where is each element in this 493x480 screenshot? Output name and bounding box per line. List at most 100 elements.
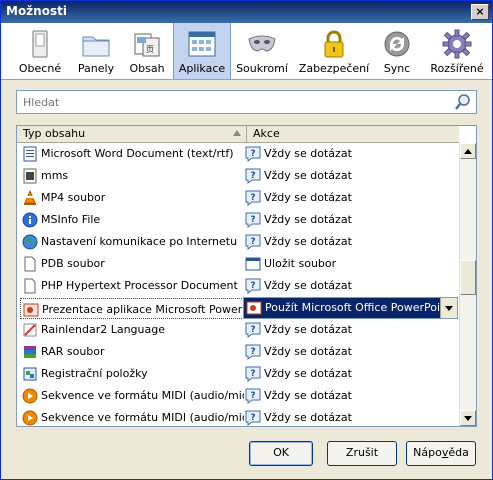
row-action: Vždy se dotázat [264, 235, 352, 248]
tab-rozsirene[interactable]: Rozšířené [426, 23, 488, 79]
ask-icon: ? [245, 190, 261, 206]
help-label-post: ěda [448, 446, 469, 459]
vertical-scrollbar[interactable] [459, 143, 476, 426]
rar-archive-icon [24, 346, 36, 358]
ask-icon: ? [245, 146, 261, 162]
table-row[interactable]: Nastavení komunikace po Internetu ? Vždy … [17, 231, 458, 253]
column-header-action[interactable]: Akce [247, 126, 459, 143]
svg-text:页: 页 [146, 45, 154, 54]
help-button[interactable]: Nápověda [406, 441, 476, 466]
table-row[interactable]: MP4 soubor ? Vždy se dotázat [17, 187, 458, 209]
tab-soukromi[interactable]: Soukromí [234, 23, 290, 79]
row-type: MSInfo File [41, 213, 101, 226]
cancel-button[interactable]: Zrušit [327, 441, 397, 466]
ask-icon: ? [245, 388, 261, 404]
ask-icon: ? [245, 322, 261, 338]
row-action: Vždy se dotázat [264, 169, 352, 182]
tab-label: Rozšířené [430, 62, 484, 75]
media-player-icon [22, 410, 38, 426]
powerpoint-icon [246, 301, 262, 315]
registry-icon [23, 367, 37, 381]
tab-label: Zabezpečení [298, 62, 370, 75]
switch-icon [32, 30, 48, 58]
row-type: PHP Hypertext Processor Document [41, 279, 238, 292]
table-row[interactable]: PDB soubor Uložit soubor [17, 253, 458, 275]
row-type: Sekvence ve formátu MIDI (audio/midi) [41, 411, 244, 424]
ask-icon: ? [245, 366, 261, 382]
ask-icon: ? [245, 168, 261, 184]
svg-text:?: ? [250, 369, 255, 379]
content-type-list[interactable]: Typ obsahu Akce Microsoft Word Document … [16, 125, 477, 427]
tab-label: Soukromí [236, 62, 288, 75]
scroll-down-button[interactable] [460, 410, 476, 426]
title-bar[interactable]: Možnosti × [1, 1, 492, 23]
row-type: MP4 soubor [41, 191, 106, 204]
scroll-up-button[interactable] [460, 143, 476, 159]
scroll-thumb[interactable] [460, 260, 476, 295]
svg-text:?: ? [250, 347, 255, 357]
chevron-down-icon[interactable] [440, 298, 457, 318]
tab-label: Sync [383, 62, 411, 75]
media-player-icon [22, 388, 38, 404]
search-icon[interactable] [454, 93, 472, 111]
tab-sync[interactable]: Sync [373, 23, 421, 79]
ask-icon: ? [245, 344, 261, 360]
row-action: Vždy se dotázat [264, 389, 352, 402]
row-action: Vždy se dotázat [264, 279, 352, 292]
row-action: Vždy se dotázat [264, 213, 352, 226]
table-row[interactable]: Registrační položky ? Vždy se dotázat [17, 363, 458, 385]
svg-text:?: ? [250, 325, 255, 335]
applications-icon [188, 31, 216, 57]
options-dialog: Možnosti × Obecné Panely 页 Obsah Aplikac… [0, 0, 493, 480]
close-button[interactable]: × [471, 4, 489, 20]
table-row-selected[interactable]: Prezentace aplikace Microsoft PowerP... … [17, 297, 458, 319]
search-box[interactable] [16, 90, 477, 114]
svg-text:?: ? [250, 171, 255, 181]
ask-icon: ? [245, 278, 261, 294]
row-type: PDB soubor [41, 257, 105, 270]
save-file-icon [245, 257, 261, 271]
svg-text:?: ? [250, 413, 255, 423]
globe-icon [22, 234, 38, 250]
table-row[interactable]: mms ? Vždy se dotázat [17, 165, 458, 187]
tab-zabezpeceni[interactable]: Zabezpečení [297, 23, 371, 79]
svg-text:?: ? [250, 237, 255, 247]
dropdown-value: Použít Microsoft Office PowerPoint... [265, 301, 443, 314]
tab-label: Obecné [18, 62, 62, 75]
ask-icon: ? [245, 234, 261, 250]
row-action: Uložit soubor [264, 257, 337, 270]
table-row[interactable]: MSInfo File ? Vždy se dotázat [17, 209, 458, 231]
row-action: Vždy se dotázat [264, 411, 352, 424]
row-action: Vždy se dotázat [264, 345, 352, 358]
ask-icon: ? [245, 212, 261, 228]
word-document-icon [23, 146, 37, 162]
gear-icon [442, 29, 472, 59]
tab-label: Aplikace [178, 62, 226, 75]
column-header-type[interactable]: Typ obsahu [17, 126, 247, 143]
tab-aplikace[interactable]: Aplikace [173, 23, 231, 79]
table-row[interactable]: Rainlendar2 Language ? Vždy se dotázat [17, 319, 458, 341]
row-type: Nastavení komunikace po Internetu [41, 235, 238, 248]
table-row[interactable]: Microsoft Word Document (text/rtf) ? Vždy… [17, 143, 458, 165]
search-input[interactable] [21, 93, 445, 111]
svg-text:?: ? [250, 391, 255, 401]
rainlendar-icon [23, 323, 37, 337]
powerpoint-icon [23, 303, 39, 317]
row-action: Vždy se dotázat [264, 147, 352, 160]
tab-panely[interactable]: Panely [71, 23, 121, 79]
table-row[interactable]: Sekvence ve formátu MIDI (audio/midi) ? V… [17, 407, 458, 429]
tab-obsah[interactable]: 页 Obsah [124, 23, 170, 79]
window-title: Možnosti [6, 4, 67, 18]
action-dropdown[interactable]: Použít Microsoft Office PowerPoint... [243, 297, 458, 319]
tab-obecne[interactable]: Obecné [11, 23, 69, 79]
table-row[interactable]: Sekvence ve formátu MIDI (audio/mid) ? Vž… [17, 385, 458, 407]
table-row[interactable]: RAR soubor ? Vždy se dotázat [17, 341, 458, 363]
table-row[interactable]: PHP Hypertext Processor Document ? Vždy s… [17, 275, 458, 297]
row-type: mms [41, 169, 69, 182]
row-action: Vždy se dotázat [264, 367, 352, 380]
svg-text:?: ? [250, 149, 255, 159]
sync-icon [384, 31, 410, 57]
ok-button[interactable]: OK [249, 441, 313, 466]
vlc-cone-icon [24, 190, 36, 205]
svg-text:?: ? [250, 193, 255, 203]
